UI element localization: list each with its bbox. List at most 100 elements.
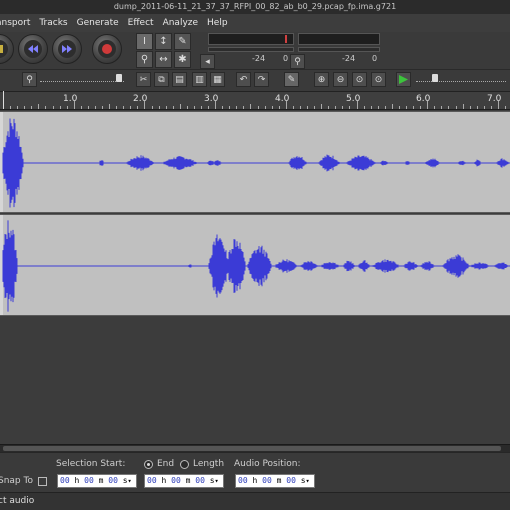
meter-label-left-zero: 0: [283, 54, 289, 63]
ruler-label: 7.0: [487, 94, 502, 104]
waveform-right: [2, 220, 510, 312]
ruler-label: 5.0: [346, 94, 361, 104]
ruler-tick: [335, 106, 337, 109]
play-at-speed-button[interactable]: [396, 72, 411, 87]
fit-selection-button[interactable]: ⊙: [352, 72, 367, 87]
microphone-button[interactable]: ⚲: [290, 54, 305, 69]
selection-tool[interactable]: Ⅰ: [136, 33, 153, 50]
record-meter-right[interactable]: [298, 47, 380, 52]
ruler-label: 4.0: [275, 94, 290, 104]
menu-effect[interactable]: Effect: [128, 18, 154, 28]
ruler-tick: [299, 106, 301, 109]
length-radio-label: Length: [193, 459, 225, 469]
ruler-tick: [363, 106, 365, 109]
end-radio[interactable]: [144, 460, 153, 469]
copy-button[interactable]: ⧉: [154, 72, 169, 87]
zoom-out-button[interactable]: ⊖: [333, 72, 348, 87]
ruler-tick: [292, 106, 294, 109]
horizontal-scrollbar[interactable]: [0, 444, 510, 452]
length-radio[interactable]: [180, 460, 189, 469]
input-volume-icon-button[interactable]: ⚲: [22, 72, 37, 87]
zoom-tool[interactable]: ⚲: [136, 51, 153, 68]
audio-track-channel-left[interactable]: [0, 111, 510, 213]
skip-start-button[interactable]: [18, 34, 48, 64]
ruler-tick: [257, 106, 259, 109]
audio-position-field[interactable]: 00 h 00 m 00 s▾: [235, 474, 315, 488]
playback-speed-knob[interactable]: [432, 74, 438, 82]
playback-meter-left[interactable]: [208, 33, 294, 45]
record-meter-left[interactable]: [208, 47, 294, 52]
ruler-tick: [193, 106, 195, 109]
menu-transport[interactable]: ansport: [0, 18, 30, 28]
ruler-tick: [278, 106, 280, 109]
i-beam-icon: Ⅰ: [143, 36, 146, 47]
sync-lock-icon: ✎: [287, 74, 296, 85]
ruler-tick: [370, 106, 372, 109]
ruler-tick: [186, 106, 188, 109]
multi-tool[interactable]: ✱: [174, 51, 191, 68]
ruler-tick: [307, 106, 308, 109]
paste-button[interactable]: ▤: [172, 72, 187, 87]
zoom-in-button[interactable]: ⊕: [314, 72, 329, 87]
trim-icon: ▥: [195, 74, 204, 85]
envelope-tool[interactable]: ↕: [155, 33, 172, 50]
ruler-tick: [222, 106, 224, 109]
ruler-tick: [264, 106, 266, 109]
snap-to-checkbox[interactable]: [38, 477, 47, 486]
meter-label-right-db: -24: [342, 54, 356, 63]
input-volume-slider[interactable]: [40, 74, 124, 82]
ruler-tick: [328, 106, 330, 109]
microphone-icon: ⚲: [294, 56, 301, 67]
ruler-start-marker: [3, 91, 4, 109]
sync-lock-button[interactable]: ✎: [284, 72, 299, 87]
track-area-empty[interactable]: [0, 316, 510, 444]
timeshift-icon: ↔: [159, 54, 168, 65]
ruler-tick: [24, 106, 26, 109]
undo-button[interactable]: ↶: [236, 72, 251, 87]
audio-track-channel-right[interactable]: [0, 214, 510, 316]
undo-icon: ↶: [239, 74, 248, 85]
fit-project-icon: ⊙: [374, 74, 383, 85]
ruler-tick: [102, 106, 103, 109]
ruler-tick: [172, 106, 174, 109]
draw-tool[interactable]: ✎: [174, 33, 191, 50]
silence-button[interactable]: ▦: [210, 72, 225, 87]
timeline-ruler[interactable]: 1.0 2.0 3.0 4.0 5.0 6.0 7.0: [0, 91, 510, 110]
menu-tracks[interactable]: Tracks: [39, 18, 67, 28]
selection-start-label: Selection Start:: [56, 459, 126, 469]
trim-button[interactable]: ▥: [192, 72, 207, 87]
ruler-tick: [391, 104, 393, 109]
input-volume-knob[interactable]: [116, 74, 122, 82]
cut-icon: ✂: [139, 74, 148, 85]
speaker-button[interactable]: ◂: [200, 54, 215, 69]
ruler-tick: [59, 106, 61, 109]
status-text: ct audio: [0, 496, 35, 506]
menu-help[interactable]: Help: [207, 18, 228, 28]
timeshift-tool[interactable]: ↔: [155, 51, 172, 68]
horizontal-scrollbar-thumb[interactable]: [3, 446, 501, 451]
fit-project-button[interactable]: ⊙: [371, 72, 386, 87]
multi-tool-icon: ✱: [178, 54, 187, 65]
menu-generate[interactable]: Generate: [77, 18, 119, 28]
ruler-tick: [490, 106, 492, 109]
stop-button[interactable]: [0, 34, 14, 64]
skip-end-button[interactable]: [52, 34, 82, 64]
ruler-tick: [398, 106, 400, 109]
stop-icon: [0, 40, 8, 58]
cut-button[interactable]: ✂: [136, 72, 151, 87]
selection-start-field[interactable]: 00 h 00 m 00 s▾: [57, 474, 137, 488]
ruler-tick: [201, 106, 202, 109]
selection-end-field[interactable]: 00 h 00 m 00 s▾: [144, 474, 224, 488]
ruler-label: 2.0: [133, 94, 148, 104]
ruler-label: 3.0: [204, 94, 219, 104]
snap-to-label: Snap To: [0, 476, 33, 486]
record-button[interactable]: [92, 34, 122, 64]
menu-analyze[interactable]: Analyze: [163, 18, 198, 28]
playback-meter-right[interactable]: [298, 33, 380, 45]
ruler-tick: [420, 106, 422, 109]
ruler-tick: [151, 106, 153, 109]
redo-button[interactable]: ↷: [254, 72, 269, 87]
ruler-tick: [377, 106, 379, 109]
ruler-tick: [109, 104, 110, 109]
playback-speed-slider[interactable]: [416, 74, 506, 82]
